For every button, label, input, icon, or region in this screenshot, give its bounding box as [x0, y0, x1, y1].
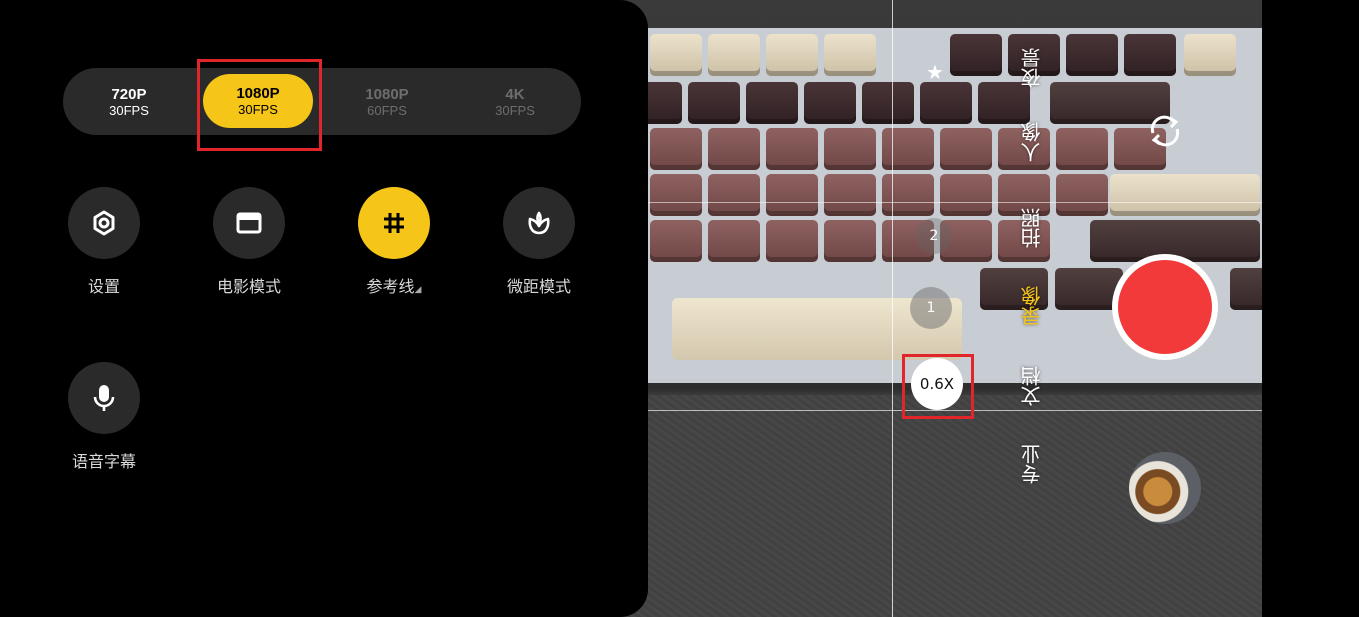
film-frame-icon	[236, 212, 262, 234]
fps-label: 60FPS	[367, 102, 407, 118]
zoom-2x-label: 2	[929, 228, 939, 244]
fps-label: 30FPS	[109, 102, 149, 118]
right-edge-bar	[1262, 0, 1359, 617]
res-option-4k-30fps[interactable]: 4K 30FPS	[459, 68, 571, 135]
zoom-1x-button[interactable]: 1	[910, 287, 952, 329]
grid-hash-icon	[384, 213, 404, 233]
voice-caption-circle	[68, 362, 140, 434]
grid-lines-button[interactable]: 参考线◢	[339, 187, 449, 297]
gallery-thumbnail[interactable]	[1129, 452, 1201, 524]
camera-flip-icon	[1150, 115, 1180, 147]
microphone-icon	[93, 385, 115, 411]
macro-mode-circle	[503, 187, 575, 259]
record-button-inner	[1118, 260, 1212, 354]
camera-settings-panel: 720P 30FPS 1080P 30FPS 1080P 60FPS 4K 30…	[0, 0, 648, 617]
settings-button[interactable]: 设置	[49, 187, 159, 297]
resolution-selector: 720P 30FPS 1080P 30FPS 1080P 60FPS 4K 30…	[63, 68, 581, 135]
res-label: 720P	[111, 85, 147, 103]
res-option-1080p-60fps[interactable]: 1080P 60FPS	[331, 68, 443, 135]
flower-macro-icon	[528, 211, 550, 235]
mode-pro[interactable]: 专业	[1020, 444, 1045, 484]
record-button[interactable]	[1112, 254, 1218, 360]
ai-star-icon[interactable]: ★	[926, 60, 944, 84]
settings-circle	[68, 187, 140, 259]
mode-night[interactable]: 夜景	[1020, 48, 1045, 88]
zoom-1x-label: 1	[926, 300, 936, 316]
mode-video[interactable]: 录像	[1020, 286, 1045, 326]
voice-caption-button[interactable]: 语音字幕	[49, 362, 159, 472]
grid-lines-text: 参考线	[366, 277, 415, 296]
grid-line-vertical	[892, 0, 893, 617]
mode-portrait[interactable]: 人像	[1020, 122, 1045, 162]
movie-mode-circle	[213, 187, 285, 259]
macro-mode-label: 微距模式	[506, 277, 571, 296]
expand-corner-icon: ◢	[414, 285, 422, 295]
fps-label: 30FPS	[495, 102, 535, 118]
mode-photo[interactable]: 拍照	[1020, 208, 1045, 248]
zoom-2x-button[interactable]: 2	[916, 218, 952, 254]
mode-document[interactable]: 文档	[1020, 366, 1045, 406]
res-label: 4K	[505, 85, 525, 103]
highlight-box-resolution	[197, 59, 322, 151]
grid-lines-label: 参考线◢	[339, 273, 449, 297]
res-option-720p-30fps[interactable]: 720P 30FPS	[73, 68, 185, 135]
settings-label: 设置	[87, 277, 120, 296]
movie-mode-button[interactable]: 电影模式	[194, 187, 304, 297]
res-label: 1080P	[365, 85, 409, 103]
grid-line-horizontal	[600, 202, 1262, 203]
switch-camera-button[interactable]	[1140, 106, 1190, 156]
grid-lines-circle	[358, 187, 430, 259]
movie-mode-label: 电影模式	[216, 277, 281, 296]
macro-mode-button[interactable]: 微距模式	[484, 187, 594, 297]
voice-caption-label: 语音字幕	[71, 452, 136, 471]
highlight-box-zoom	[902, 354, 974, 419]
gear-icon	[93, 210, 115, 236]
